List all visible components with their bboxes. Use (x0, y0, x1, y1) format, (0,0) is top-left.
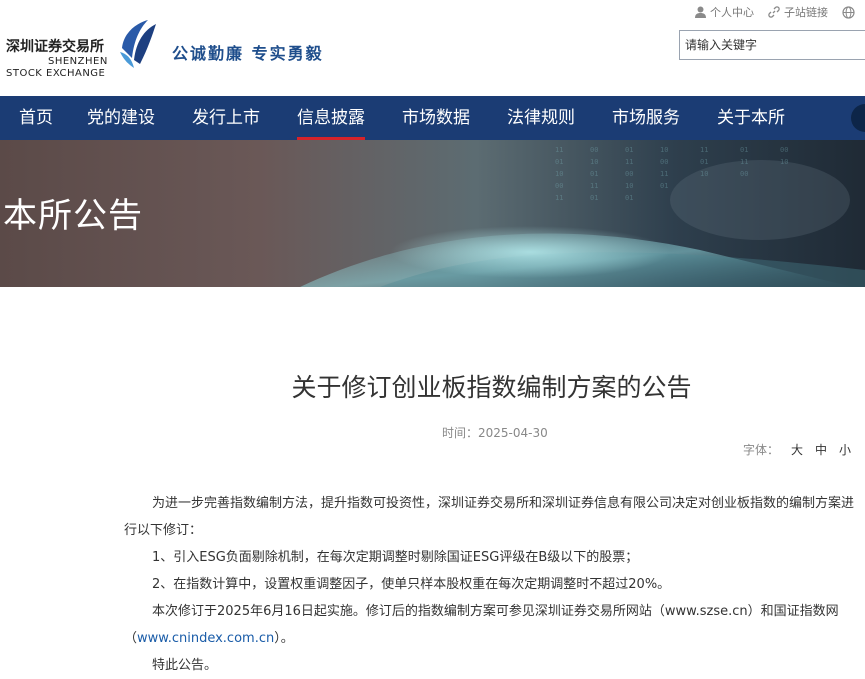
nav-item-market-data[interactable]: 市场数据 (402, 96, 470, 140)
article-title: 关于修订创业板指数编制方案的公告 (291, 373, 692, 402)
svg-text:11: 11 (700, 146, 708, 154)
svg-text:01: 01 (660, 182, 668, 190)
svg-text:01: 01 (625, 194, 633, 202)
szse-logo-icon[interactable] (118, 18, 160, 70)
svg-text:11: 11 (555, 194, 563, 202)
personal-center-link[interactable]: 个人中心 (695, 4, 754, 20)
page-banner: 11 00 01 10 11 01 00 01 10 11 00 01 11 10 10 01 00 11 10… (0, 140, 865, 287)
personal-center-label: 个人中心 (710, 6, 754, 19)
nav-item-party-building[interactable]: 党的建设 (87, 96, 155, 140)
svg-text:01: 01 (590, 170, 598, 178)
nav-item-market-services[interactable]: 市场服务 (612, 96, 680, 140)
font-size-small[interactable]: 小 (839, 441, 851, 458)
svg-text:01: 01 (740, 146, 748, 154)
logo-english-line2: STOCK EXCHANGE (6, 68, 106, 79)
search-box (679, 30, 865, 60)
nav-item-listing[interactable]: 发行上市 (192, 96, 260, 140)
svg-text:11: 11 (590, 182, 598, 190)
banner-edge (0, 147, 3, 189)
svg-text:10: 10 (660, 146, 668, 154)
banner-title: 本所公告 (3, 196, 143, 236)
nav-item-disclosure[interactable]: 信息披露 (297, 96, 365, 140)
article-paragraph-tail: ）。 (274, 631, 294, 646)
font-size-switcher: 字体： 大 中 小 (743, 441, 851, 458)
language-link[interactable] (842, 5, 859, 19)
main-nav: 首页 党的建设 发行上市 信息披露 市场数据 法律规则 市场服务 关于本所 (0, 96, 865, 140)
svg-text:11: 11 (660, 170, 668, 178)
article-paragraph: 为进一步完善指数编制方法，提升指数可投资性，深圳证券交易所和深圳证券信息有限公司… (124, 496, 855, 538)
nav-item-home[interactable]: 首页 (19, 96, 53, 140)
top-links: 个人中心 子站链接 (681, 4, 859, 20)
link-icon (768, 6, 780, 18)
logo-english-line1: SHENZHEN (48, 56, 108, 67)
globe-icon (842, 5, 855, 19)
site-header: 深圳证券交易所 SHENZHEN STOCK EXCHANGE 公诚勤廉 专实勇… (0, 0, 865, 96)
svg-text:11: 11 (740, 158, 748, 166)
article-paragraph: 特此公告。 (152, 658, 218, 673)
svg-text:10: 10 (700, 170, 708, 178)
font-size-large[interactable]: 大 (791, 441, 803, 458)
svg-text:11: 11 (625, 158, 633, 166)
font-size-label: 字体： (742, 443, 779, 457)
svg-text:00: 00 (780, 146, 788, 154)
article-paragraph: 2、在指数计算中，设置权重调整因子，使单只样本股权重在每次定期调整时不超过20%… (152, 577, 671, 592)
nav-item-rules[interactable]: 法律规则 (507, 96, 575, 140)
svg-text:10: 10 (590, 158, 598, 166)
nav-more-button[interactable] (851, 104, 865, 132)
article-paragraph: 本次修订于2025年6月16日起实施。修订后的指数编制方案可参见深圳证券交易所网… (124, 598, 858, 652)
cnindex-link[interactable]: www.cnindex.com.cn (137, 631, 274, 646)
font-size-medium[interactable]: 中 (815, 441, 827, 458)
svg-text:01: 01 (590, 194, 598, 202)
logo-chinese-name[interactable]: 深圳证券交易所 (6, 36, 104, 56)
article-date: 时间：2025-04-30 (442, 426, 548, 440)
substation-link[interactable]: 子站链接 (768, 4, 828, 20)
article-paragraph: 1、引入ESG负面剔除机制，在每次定期调整时剔除国证ESG评级在B级以下的股票； (152, 550, 639, 565)
user-icon (695, 6, 706, 18)
svg-text:10: 10 (780, 158, 788, 166)
substation-label: 子站链接 (784, 6, 828, 19)
svg-text:00: 00 (740, 170, 748, 178)
svg-text:10: 10 (555, 170, 563, 178)
nav-item-about[interactable]: 关于本所 (717, 96, 785, 140)
svg-text:01: 01 (625, 146, 633, 154)
svg-text:00: 00 (625, 170, 633, 178)
svg-text:00: 00 (660, 158, 668, 166)
svg-text:11: 11 (555, 146, 563, 154)
slogan: 公诚勤廉 专实勇毅 (172, 44, 324, 63)
svg-text:00: 00 (590, 146, 598, 154)
svg-text:01: 01 (700, 158, 708, 166)
svg-text:10: 10 (625, 182, 633, 190)
svg-text:00: 00 (555, 182, 563, 190)
article-body: 为进一步完善指数编制方法，提升指数可投资性，深圳证券交易所和深圳证券信息有限公司… (124, 490, 858, 679)
search-input[interactable] (680, 31, 865, 59)
svg-text:01: 01 (555, 158, 563, 166)
